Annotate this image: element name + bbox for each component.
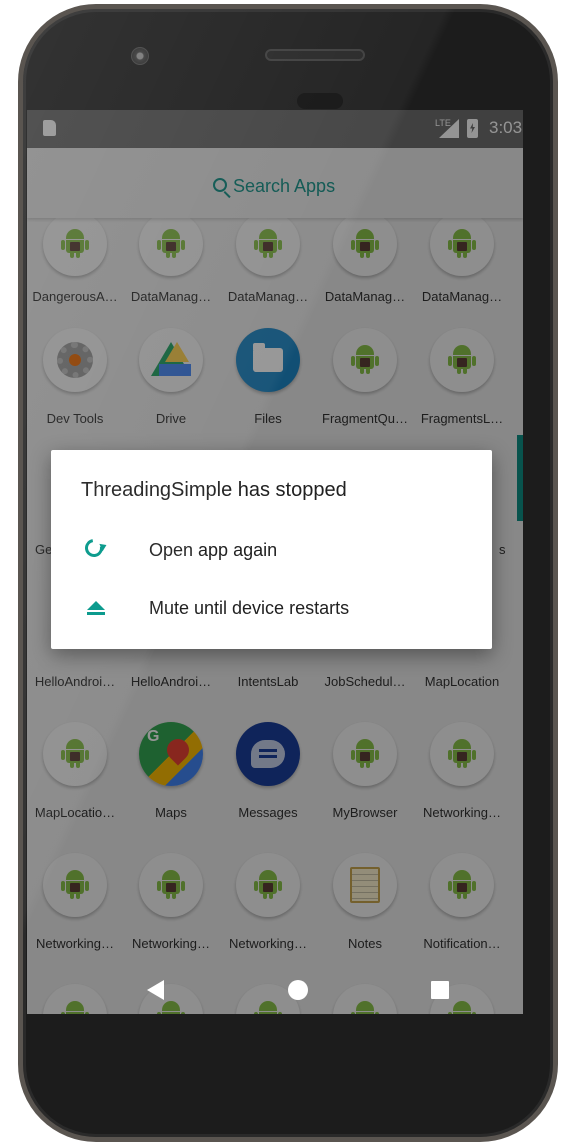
option-label: Mute until device restarts	[149, 598, 350, 618]
option-label: Open app again	[149, 540, 278, 560]
recents-icon[interactable]	[431, 981, 449, 999]
mute-until-restart-button[interactable]: Mute until device restarts	[51, 581, 492, 637]
back-icon[interactable]	[147, 980, 164, 1000]
eject-icon	[87, 601, 105, 615]
app-crash-dialog: ThreadingSimple has stopped Open app aga…	[51, 450, 492, 649]
reload-icon	[81, 535, 107, 561]
earpiece-speaker	[265, 49, 365, 61]
device-screen: DangerousA… DataManag… DataManag… DataMa…	[27, 110, 523, 1014]
proximity-sensor	[297, 93, 343, 109]
front-camera	[131, 47, 149, 65]
home-icon[interactable]	[288, 980, 308, 1000]
dialog-title: ThreadingSimple has stopped	[81, 479, 347, 501]
navigation-bar	[27, 966, 523, 1014]
open-app-again-button[interactable]: Open app again	[51, 523, 492, 579]
